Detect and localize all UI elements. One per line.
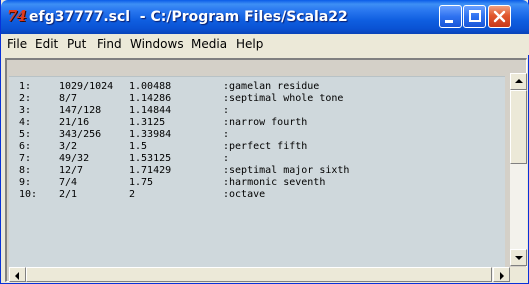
scale-panel: 1: 1029/1024 1.00488:gamelan residue 2: 8/7 1… (5, 58, 527, 282)
menu-edit[interactable]: Edit (35, 37, 58, 52)
scrollbar-corner (510, 267, 527, 282)
scale-row[interactable]: 5: 343/256 1.33984: (9, 129, 505, 141)
scale-row-ratio: 1029/1024 (59, 81, 114, 92)
scale-row-value: 1.75 (129, 177, 154, 188)
arrow-down-icon (515, 256, 523, 260)
scale-row-index: 7: (19, 153, 32, 164)
scale-row-name: :narrow fourth (223, 117, 308, 128)
scroll-right-button[interactable] (493, 267, 510, 282)
scale-row-ratio: 147/128 (59, 105, 102, 116)
scale-row-index: 3: (19, 105, 32, 116)
scale-row-ratio: 2/1 (59, 189, 78, 200)
scale-row[interactable]: 8: 12/7 1.71429 :septimal major sixth (9, 165, 505, 177)
menu-windows[interactable]: Windows (130, 37, 184, 52)
scale-row-name: :perfect fifth (223, 141, 308, 152)
scale-row-index: 5: (19, 129, 32, 140)
scale-row-name: : (223, 105, 230, 116)
scale-row-index: 9: (19, 177, 32, 188)
scale-row-name: : (223, 153, 230, 164)
scale-row-value: 2 (129, 189, 136, 200)
scroll-up-button[interactable] (510, 73, 527, 90)
arrow-left-icon (15, 272, 19, 280)
scala-app-icon[interactable]: 74 (7, 8, 27, 25)
scale-row-ratio: 49/32 (59, 153, 90, 164)
scale-row[interactable]: 1: 1029/1024 1.00488 :gamelan residue (9, 81, 505, 93)
scale-row-value: 1.14286 (129, 93, 172, 104)
scale-row[interactable]: 3: 147/128 1.14844: (9, 105, 505, 117)
scale-row-index: 4: (19, 117, 32, 128)
vertical-scrollbar[interactable] (510, 73, 527, 266)
scale-row-value: 1.00488 (129, 81, 172, 92)
horizontal-scrollbar[interactable] (9, 267, 510, 282)
title-bar[interactable]: 74 efg37777.scl - C:/Program Files/Scala… (1, 0, 529, 34)
scale-row-ratio: 3/2 (59, 141, 78, 152)
scroll-left-button[interactable] (9, 267, 26, 282)
minimize-button[interactable] (439, 5, 462, 28)
scale-row-name: :septimal major sixth (223, 165, 350, 176)
horizontal-scroll-thumb[interactable] (26, 267, 492, 282)
window-title: efg37777.scl - C:/Program Files/Scala22 (29, 9, 348, 25)
menu-file[interactable]: File (7, 37, 27, 52)
maximize-icon (469, 10, 481, 22)
scale-row[interactable]: 9: 7/4 1.75 :harmonic seventh (9, 177, 505, 189)
scale-row-index: 2: (19, 93, 32, 104)
menu-help[interactable]: Help (236, 37, 263, 52)
scale-row-value: 1.33984 (129, 129, 172, 140)
scale-row-value: 1.5 (129, 141, 148, 152)
scale-row-index: 8: (19, 165, 32, 176)
scale-row[interactable]: 6: 3/2 1.5 :perfect fifth (9, 141, 505, 153)
vertical-scroll-thumb[interactable] (510, 90, 527, 164)
scale-row-value: 1.3125 (129, 117, 166, 128)
menu-put[interactable]: Put (67, 37, 86, 52)
scale-row-index: 1: (19, 81, 32, 92)
close-button[interactable] (488, 5, 511, 28)
scale-row-name: :harmonic seventh (223, 177, 326, 188)
menu-bar: File Edit Put Find Windows Media Help (1, 34, 529, 55)
scale-row-ratio: 12/7 (59, 165, 84, 176)
scale-row-index: 6: (19, 141, 32, 152)
scale-row-name: :gamelan residue (223, 81, 320, 92)
arrow-right-icon (500, 272, 504, 280)
scale-row[interactable]: 2: 8/7 1.14286 :septimal whole tone (9, 93, 505, 105)
scale-row-value: 1.71429 (129, 165, 172, 176)
scale-row-ratio: 21/16 (59, 117, 90, 128)
scale-row-ratio: 7/4 (59, 177, 78, 188)
scale-row-ratio: 8/7 (59, 93, 78, 104)
scale-row-name: :octave (223, 189, 266, 200)
scale-row-value: 1.53125 (129, 153, 172, 164)
maximize-button[interactable] (463, 5, 486, 28)
close-icon (493, 10, 506, 23)
scale-row[interactable]: 10: 2/1 2 :octave (9, 189, 505, 201)
scale-row-value: 1.14844 (129, 105, 172, 116)
scroll-down-button[interactable] (510, 249, 527, 266)
scale-row-index: 10: (19, 189, 38, 200)
arrow-up-icon (515, 79, 523, 83)
menu-media[interactable]: Media (191, 37, 227, 52)
scale-row-name: : (223, 129, 230, 140)
minimize-icon (445, 20, 453, 23)
scale-row-ratio: 343/256 (59, 129, 102, 140)
scale-text-area[interactable]: 1: 1029/1024 1.00488:gamelan residue 2: 8/7 1… (9, 76, 505, 276)
scale-row[interactable]: 7: 49/32 1.53125: (9, 153, 505, 165)
scala-window: 74 efg37777.scl - C:/Program Files/Scala… (0, 0, 529, 284)
scale-row-name: :septimal whole tone (223, 93, 344, 104)
menu-find[interactable]: Find (97, 37, 122, 52)
scale-row[interactable]: 4: 21/16 1.3125 :narrow fourth (9, 117, 505, 129)
